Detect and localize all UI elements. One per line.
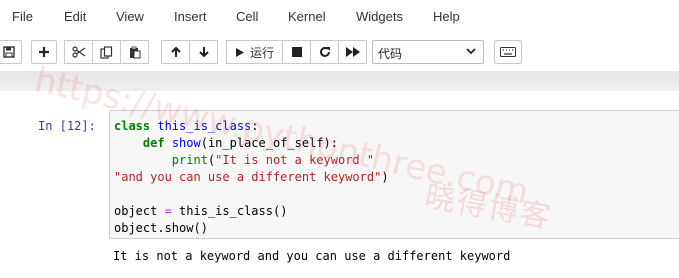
code-token: def xyxy=(142,136,165,150)
menu-edit[interactable]: Edit xyxy=(64,9,86,24)
arrow-up-icon xyxy=(170,46,181,57)
code-token: object xyxy=(114,204,158,218)
copy-icon xyxy=(100,45,113,59)
run-button[interactable]: 运行 xyxy=(226,40,283,64)
code-token: show xyxy=(171,136,201,150)
plus-icon xyxy=(39,47,49,57)
code-token: : xyxy=(251,119,259,133)
notebook-container: In [12]: class this_is_class: def show(i… xyxy=(0,91,679,278)
menu-insert[interactable]: Insert xyxy=(174,9,207,24)
interrupt-button[interactable] xyxy=(282,40,311,64)
copy-button[interactable] xyxy=(92,40,121,64)
code-token: "and you can use a different keyword" xyxy=(114,170,382,184)
chevron-down-icon xyxy=(465,44,477,61)
cell-output: It is not a keyword and you can use a di… xyxy=(113,249,511,263)
save-icon xyxy=(3,46,15,58)
code-token: ) xyxy=(381,170,389,184)
code-token: this_is_class xyxy=(157,119,252,133)
save-button[interactable] xyxy=(0,40,22,64)
scissors-icon xyxy=(71,46,85,58)
toolbar: 运行 代码 xyxy=(0,35,679,71)
menu-bar: File Edit View Insert Cell Kernel Widget… xyxy=(0,0,679,35)
code-token: "It is not a keyword " xyxy=(215,153,375,167)
cell-type-value: 代码 xyxy=(378,47,403,61)
code-cell-input[interactable]: class this_is_class: def show(in_place_o… xyxy=(109,110,679,239)
menu-file[interactable]: File xyxy=(12,9,33,24)
menu-kernel[interactable]: Kernel xyxy=(288,9,326,24)
menu-widgets[interactable]: Widgets xyxy=(356,9,403,24)
input-prompt: In [12]: xyxy=(38,119,96,133)
play-icon xyxy=(235,47,244,57)
fast-forward-icon xyxy=(345,47,360,57)
paste-icon xyxy=(129,46,140,58)
menu-view[interactable]: View xyxy=(116,9,144,24)
code-token: class xyxy=(114,119,151,133)
code-token: object.show() xyxy=(114,221,208,235)
restart-button[interactable] xyxy=(310,40,339,64)
paste-button[interactable] xyxy=(120,40,149,64)
move-up-button[interactable] xyxy=(161,40,190,64)
code-token: print xyxy=(171,153,208,167)
header-divider xyxy=(0,71,679,91)
keyboard-icon xyxy=(500,47,516,57)
stop-icon xyxy=(291,47,302,57)
code-token: (in_place_of_self): xyxy=(200,136,339,150)
code-token: this_is_class() xyxy=(179,204,288,218)
restart-icon xyxy=(319,46,330,57)
run-label: 运行 xyxy=(249,45,274,60)
cell-type-select[interactable]: 代码 xyxy=(372,40,484,64)
menu-help[interactable]: Help xyxy=(433,9,460,24)
code-editor[interactable]: class this_is_class: def show(in_place_o… xyxy=(114,118,389,237)
arrow-down-icon xyxy=(198,47,209,58)
menu-cell[interactable]: Cell xyxy=(236,9,258,24)
move-down-button[interactable] xyxy=(189,40,218,64)
code-token: = xyxy=(157,204,180,218)
restart-run-all-button[interactable] xyxy=(338,40,367,64)
command-palette-button[interactable] xyxy=(494,40,522,64)
insert-cell-button[interactable] xyxy=(31,40,57,64)
cut-button[interactable] xyxy=(64,40,93,64)
